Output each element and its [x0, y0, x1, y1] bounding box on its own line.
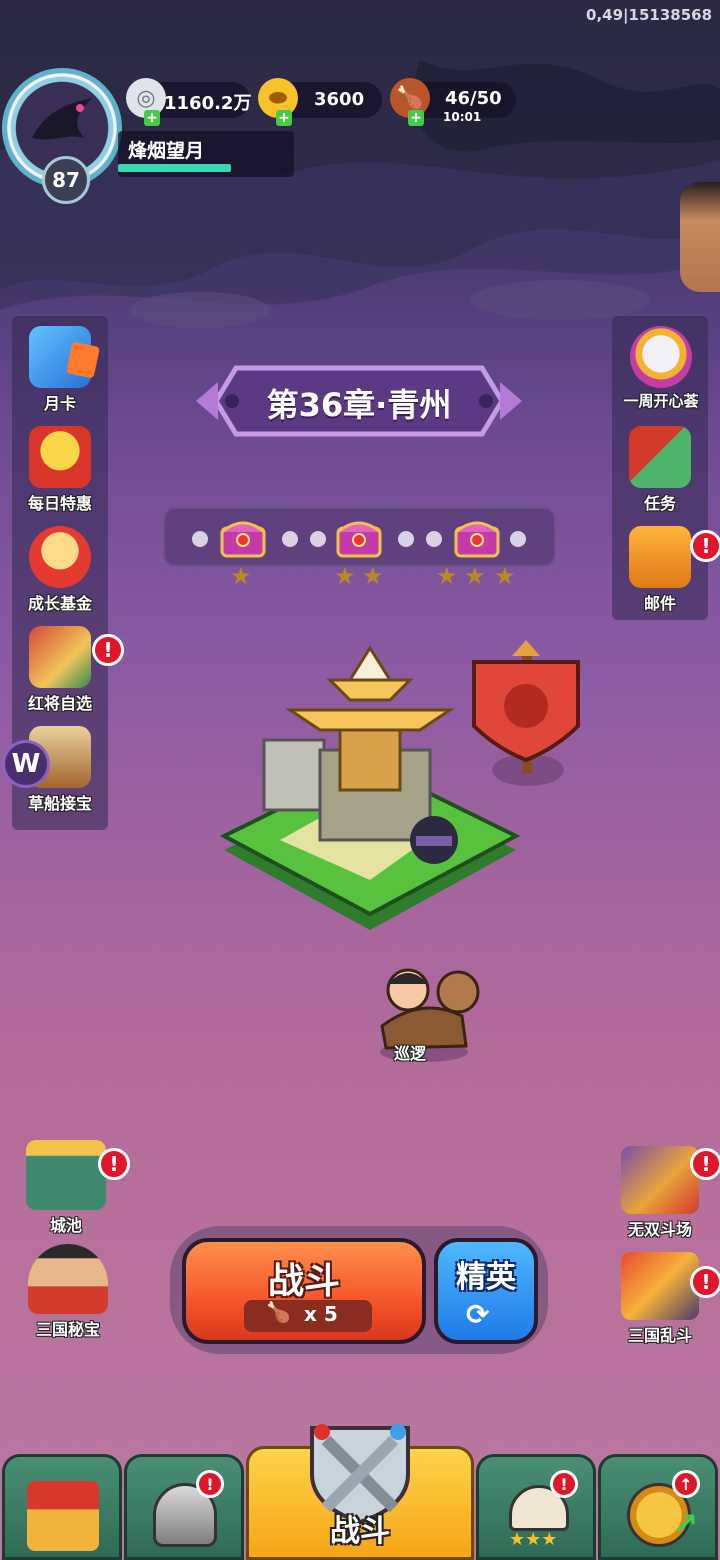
- stamina-value: 46/50: [445, 88, 502, 109]
- upgrade-alert-icon: ↑: [672, 1470, 700, 1498]
- brawl-alert-icon: !: [690, 1266, 720, 1298]
- brawl-icon: [621, 1252, 699, 1320]
- player-level-badge: 87: [42, 156, 90, 204]
- reward-chest-1-icon[interactable]: [218, 514, 268, 560]
- treasure-icon: [28, 1244, 108, 1314]
- weekly-event-icon: [630, 326, 692, 388]
- menu-label: 红将自选: [27, 694, 92, 713]
- menu-label: 邮件: [643, 594, 676, 613]
- star-icon: ★: [494, 562, 516, 590]
- menu-label: 草船接宝: [27, 794, 92, 813]
- menu-label: 月卡: [43, 394, 76, 413]
- menu-label: 一周开心荟: [623, 392, 699, 410]
- arena-alert-icon: !: [690, 1148, 720, 1180]
- progress-dot: [398, 531, 414, 547]
- menu-quest[interactable]: 任务: [614, 418, 706, 518]
- nav-tab-city[interactable]: [2, 1454, 122, 1560]
- floating-w-icon[interactable]: W: [2, 740, 50, 788]
- progress-dot: [310, 531, 326, 547]
- player-exp-bar: [118, 164, 231, 172]
- daily-deal-icon: [29, 426, 91, 488]
- heroes-alert-icon: !: [196, 1470, 224, 1498]
- star-icon: ★: [334, 562, 356, 590]
- nav-tab-heroes[interactable]: [124, 1454, 244, 1560]
- star-icon: ★: [230, 562, 252, 590]
- refresh-icon: ⟳: [466, 1298, 490, 1331]
- arena-label: 无双斗场: [627, 1220, 692, 1239]
- brawl-button[interactable]: 三国乱斗: [612, 1252, 708, 1352]
- menu-label: 任务: [643, 494, 676, 513]
- nav-battle-label: 战斗: [330, 1514, 390, 1549]
- palace-icon: [27, 1481, 99, 1551]
- patrol-label: 巡逻: [394, 1044, 427, 1063]
- star-icon: ★★★: [509, 1529, 558, 1550]
- silver-value: 1160.2万: [164, 93, 252, 114]
- advisor-portrait[interactable]: [680, 182, 720, 292]
- month-card-icon: [29, 326, 101, 388]
- menu-mail[interactable]: 邮件: [614, 518, 706, 618]
- reward-chest-2-icon[interactable]: [334, 514, 384, 560]
- red-general-icon: [29, 626, 91, 688]
- nav-tab-upgrade[interactable]: ↗: [598, 1454, 718, 1560]
- treasure-label: 三国秘宝: [35, 1320, 100, 1339]
- city-icon: [26, 1140, 106, 1210]
- chapter-title: 第36章·青州: [266, 386, 452, 424]
- upgrade-arrow-icon: ↗: [673, 1507, 699, 1542]
- progress-dot: [426, 531, 442, 547]
- menu-red-general[interactable]: 红将自选: [14, 618, 106, 718]
- brawl-label: 三国乱斗: [627, 1326, 692, 1345]
- silver-add-icon[interactable]: +: [144, 110, 160, 126]
- city-alert-icon: !: [98, 1148, 130, 1180]
- stamina-add-icon[interactable]: +: [408, 110, 424, 126]
- gold-value: 3600: [314, 89, 365, 110]
- enemy-flag-icon[interactable]: [466, 640, 582, 790]
- meat-cost-icon: 🍗: [266, 1300, 291, 1324]
- star-icon: ★: [362, 562, 384, 590]
- mail-alert-icon: !: [690, 530, 720, 562]
- city-label: 城池: [49, 1216, 82, 1235]
- treasure-button[interactable]: 三国秘宝: [16, 1244, 120, 1344]
- menu-daily-deal[interactable]: 每日特惠: [14, 418, 106, 518]
- menu-label: 每日特惠: [27, 494, 92, 513]
- right-menu: 一周开心荟 任务 邮件: [614, 318, 708, 618]
- growth-fund-icon: [29, 526, 91, 588]
- quest-scroll-icon: [629, 426, 691, 488]
- star-icon: ★: [436, 562, 458, 590]
- menu-month-card[interactable]: 月卡: [14, 318, 106, 418]
- debug-readout: 0,49|15138568: [586, 6, 712, 24]
- nav-tab-equipment[interactable]: ★★★: [476, 1454, 596, 1560]
- arena-icon: [621, 1146, 699, 1214]
- menu-weekly-event[interactable]: 一周开心荟: [614, 318, 708, 418]
- red-general-alert-icon: !: [92, 634, 124, 666]
- progress-dot: [282, 531, 298, 547]
- player-avatar[interactable]: 87: [2, 68, 128, 204]
- player-name: 烽烟望月: [128, 140, 205, 162]
- progress-dot: [510, 531, 526, 547]
- mail-icon: [629, 526, 691, 588]
- elite-button-label: 精英: [456, 1260, 516, 1295]
- stamina-timer: 10:01: [443, 110, 482, 124]
- progress-dot: [192, 531, 208, 547]
- menu-growth-fund[interactable]: 成长基金: [14, 518, 106, 618]
- reward-chest-3-icon[interactable]: [452, 514, 502, 560]
- equipment-alert-icon: !: [550, 1470, 578, 1498]
- gold-add-icon[interactable]: +: [276, 110, 292, 126]
- fight-cost-text: x 5: [304, 1302, 338, 1326]
- menu-label: 成长基金: [27, 594, 92, 613]
- star-icon: ★: [464, 562, 486, 590]
- fight-button-label: 战斗: [267, 1261, 340, 1302]
